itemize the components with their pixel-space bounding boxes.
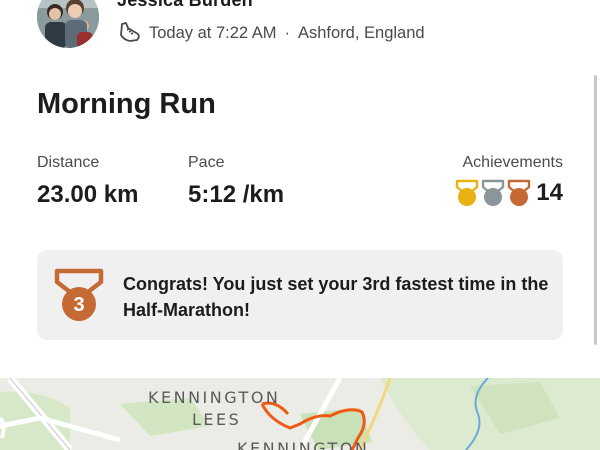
avatar-photo — [37, 0, 99, 48]
gold-medal-icon — [456, 179, 479, 206]
shoe-icon — [117, 21, 141, 45]
stat-distance: Distance 23.00 km — [37, 154, 138, 209]
map-label-kennington: KENNINGTON — [148, 388, 281, 407]
map-label-lees: LEES — [192, 410, 242, 429]
banner-message: Congrats! You just set your 3rd fastest … — [123, 274, 549, 320]
silver-medal-icon — [482, 179, 505, 206]
activity-location: Ashford, England — [298, 23, 425, 42]
pace-value: 5:12 /km — [188, 181, 285, 208]
bronze-medal-icon: 3 — [54, 268, 104, 321]
activity-title: Morning Run — [37, 88, 216, 120]
scrollbar[interactable] — [594, 75, 597, 345]
activity-time: Today at 7:22 AM — [149, 23, 277, 42]
stat-achievements[interactable]: Achievements 14 — [455, 154, 563, 207]
user-name[interactable]: Jessica Burden — [117, 0, 253, 11]
distance-value: 23.00 km — [37, 181, 139, 208]
pace-label: Pace — [188, 154, 225, 171]
achievement-banner[interactable]: 3 Congrats! You just set your 3rd fastes… — [37, 250, 563, 340]
activity-meta: Today at 7:22 AM · Ashford, England — [117, 21, 425, 45]
route-map[interactable]: KENNINGTON LEES KENNINGTON — [0, 378, 600, 450]
medal-rank: 3 — [73, 294, 84, 316]
avatar[interactable] — [37, 0, 99, 48]
map-label-kennington-2: KENNINGTON — [237, 439, 370, 450]
meta-separator: · — [284, 23, 291, 42]
bronze-medal-icon — [508, 179, 531, 206]
achievements-label: Achievements — [462, 154, 564, 171]
achievements-count: 14 — [536, 179, 563, 206]
achievements-row: 14 — [455, 179, 563, 207]
stat-pace: Pace 5:12 /km — [188, 154, 284, 209]
distance-label: Distance — [37, 154, 100, 171]
